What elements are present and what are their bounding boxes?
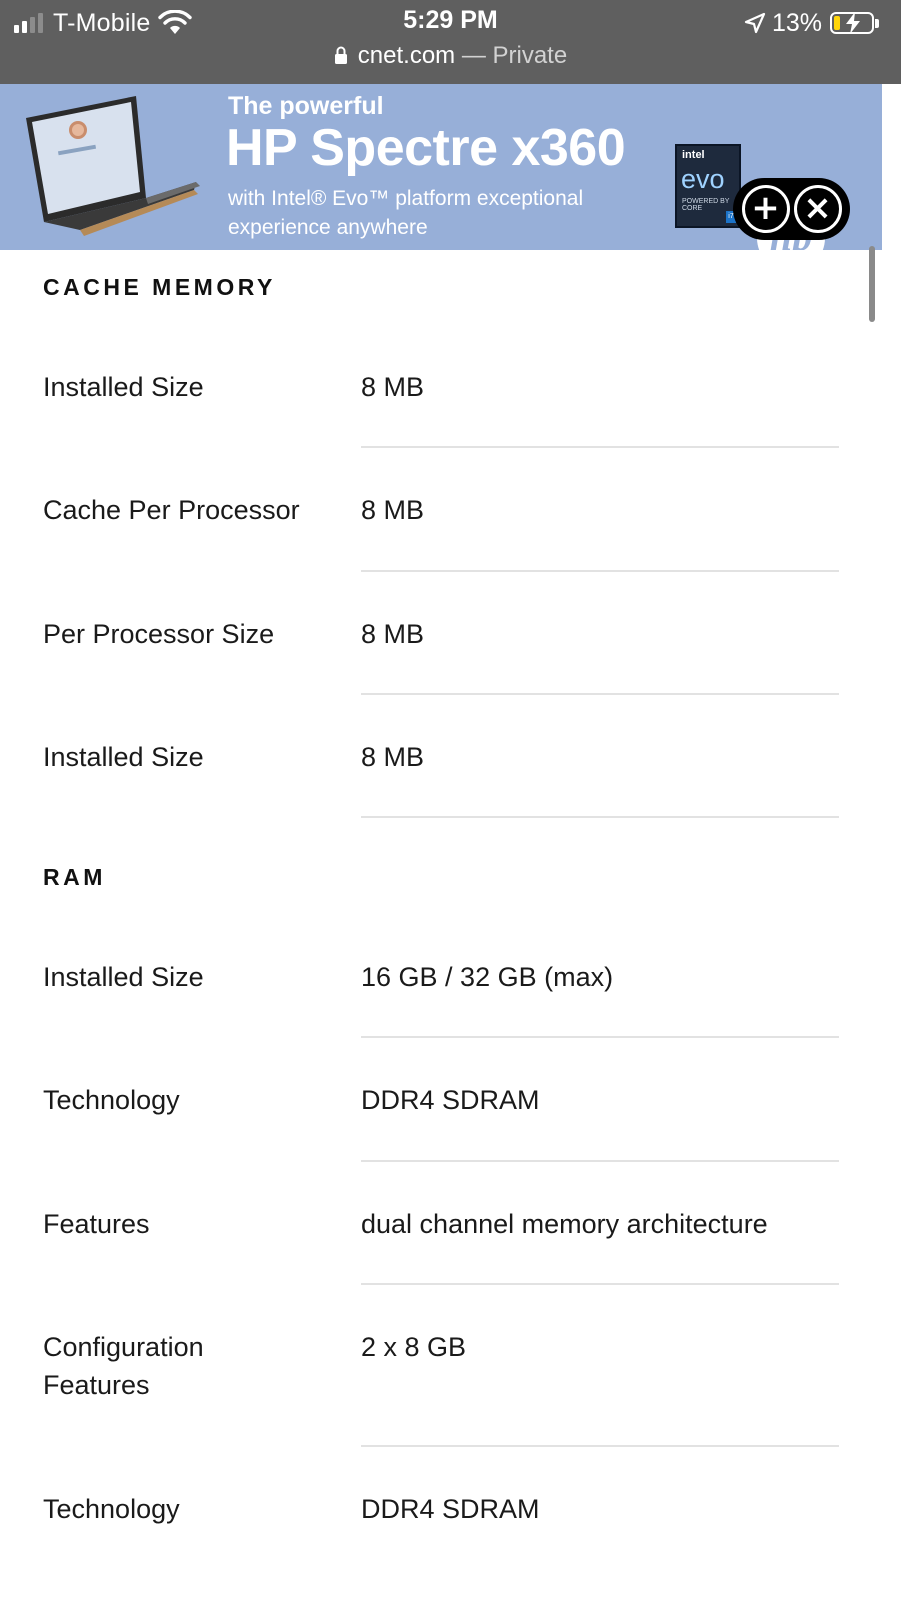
- spec-value: 16 GB / 32 GB (max): [361, 962, 614, 992]
- close-icon[interactable]: ×: [793, 185, 842, 233]
- intel-evo-badge: intel evo POWERED BY CORE i7: [675, 144, 741, 228]
- battery-percent: 13%: [771, 8, 822, 37]
- scrollbar[interactable]: [869, 246, 875, 322]
- spec-value: dual channel memory architecture: [361, 1209, 768, 1239]
- spec-value: 8 MB: [361, 619, 425, 649]
- spec-value: 8 MB: [361, 742, 425, 772]
- url-separator: —: [455, 42, 493, 69]
- ad-tagline: The powerful: [228, 92, 384, 120]
- spec-label: Installed Size: [43, 742, 204, 772]
- row-divider: [361, 1445, 839, 1447]
- row-divider: [361, 1036, 839, 1038]
- section-title-ram: RAM: [43, 864, 106, 890]
- spec-value: 8 MB: [361, 495, 425, 525]
- spec-value: DDR4 SDRAM: [361, 1085, 540, 1115]
- section-title-cache-memory: CACHE MEMORY: [43, 274, 276, 300]
- battery-charging-icon: [830, 12, 874, 34]
- row-divider: [361, 693, 839, 695]
- row-divider: [361, 1283, 839, 1285]
- spec-label: Cache Per Processor: [43, 495, 300, 525]
- spec-label: Installed Size: [43, 962, 204, 992]
- status-bar: T-Mobile 5:29 PM 13% cnet.com — Private: [0, 0, 901, 84]
- spec-label: Technology: [43, 1494, 180, 1524]
- badge-core-text: POWERED BY CORE: [682, 198, 730, 212]
- url-bar[interactable]: cnet.com — Private: [0, 42, 901, 70]
- spec-value: 2 x 8 GB: [361, 1332, 467, 1362]
- private-mode-label: Private: [492, 42, 568, 69]
- spec-label: Configuration Features: [43, 1332, 204, 1400]
- laptop-image: [26, 96, 200, 236]
- ad-description: with Intel® Evo™ platform exceptional ex…: [228, 187, 584, 239]
- spec-label: Features: [43, 1209, 150, 1239]
- spec-label: Technology: [43, 1085, 180, 1115]
- spec-label: Installed Size: [43, 372, 204, 402]
- row-divider: [361, 816, 839, 818]
- location-arrow-icon: [744, 12, 766, 34]
- ad-controls: + ×: [733, 178, 850, 240]
- status-right: 13%: [744, 6, 879, 40]
- spec-value: DDR4 SDRAM: [361, 1494, 540, 1524]
- row-divider: [361, 1160, 839, 1162]
- row-divider: [361, 570, 839, 572]
- row-divider: [361, 446, 839, 448]
- spec-value: 8 MB: [361, 372, 425, 402]
- badge-platform: evo: [681, 164, 725, 194]
- lock-icon: [334, 46, 347, 64]
- badge-brand: intel: [682, 149, 705, 161]
- ad-product-name: HP Spectre x360: [226, 119, 626, 177]
- plus-icon[interactable]: +: [741, 185, 790, 233]
- url-domain: cnet.com: [357, 42, 456, 69]
- ad-banner[interactable]: The powerful HP Spectre x360 with Intel®…: [0, 84, 882, 250]
- spec-label: Per Processor Size: [43, 619, 275, 649]
- battery-nub: [875, 18, 879, 28]
